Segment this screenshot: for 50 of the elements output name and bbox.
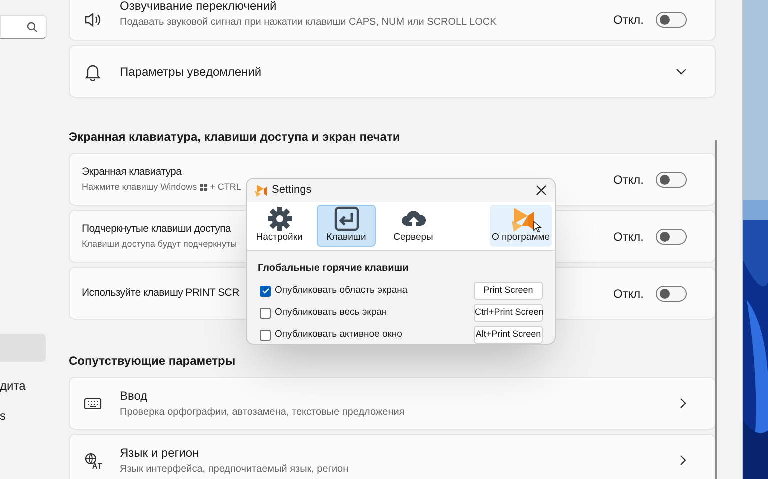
search-field[interactable] (0, 15, 47, 39)
setting-title: Экранная клавиатура (82, 164, 182, 180)
hotkey-button[interactable]: Ctrl+Print Screen (474, 304, 543, 322)
setting-description: Проверка орфографии, автозамена, текстовые предложения (120, 406, 405, 420)
setting-title: Используйте клавишу PRINT SCR (82, 286, 240, 301)
gear-icon (266, 206, 292, 232)
checkbox-label: Опубликовать активное окно (275, 328, 404, 342)
chevron-right-icon (680, 398, 687, 409)
bell-icon (84, 62, 102, 80)
section-heading: Сопутствующие параметры (69, 353, 236, 370)
toggle-switch[interactable] (656, 12, 687, 28)
setting-description: Подавать звуковой сигнал при нажатии клавиши CAPS, NUM или SCROLL LOCK (120, 16, 497, 30)
toolbar-tab[interactable]: Клавиши (317, 205, 376, 247)
setting-title: Параметры уведомлений (120, 64, 262, 80)
app-logo-icon (254, 184, 267, 197)
enter-key-icon (334, 206, 360, 232)
close-icon (536, 185, 546, 196)
toggle-state: Откл. (613, 12, 644, 28)
toolbar-tab[interactable]: О программе (490, 205, 552, 247)
chevron-right-icon (680, 455, 687, 466)
toggle-state: Откл. (613, 172, 644, 188)
setting-title: Озвучивание переключений (120, 0, 277, 15)
group-heading: Глобальные горячие клавиши (258, 262, 409, 276)
toggle-switch[interactable] (656, 286, 687, 302)
search-icon (27, 22, 38, 32)
checkbox[interactable] (260, 330, 271, 340)
checkbox-label: Опубликовать весь экран (275, 306, 388, 320)
speaker-icon (84, 10, 102, 28)
checkbox[interactable] (260, 286, 271, 296)
toggle-state: Откл. (613, 286, 644, 302)
mouse-pointer-icon (533, 221, 542, 233)
language-icon (84, 452, 102, 470)
hotkey-button[interactable]: Alt+Print Screen (474, 326, 543, 344)
setting-title: Ввод (120, 388, 148, 405)
toggle-state: Откл. (613, 228, 644, 246)
dialog-title: Settings (272, 183, 313, 198)
setting-description: Клавиши доступа будут подчеркнуты (82, 238, 238, 251)
setting-description: + CTRL (210, 180, 242, 194)
checkbox[interactable] (260, 308, 271, 318)
toggle-switch[interactable] (656, 172, 687, 188)
hotkey-button[interactable]: Print Screen (474, 282, 543, 300)
setting-title: Подчеркнутые клавиши доступа (82, 222, 232, 237)
section-heading: Экранная клавиатура, клавиши доступа и экран печати (69, 129, 400, 146)
toggle-switch[interactable] (656, 228, 687, 244)
setting-title: Язык и регион (120, 445, 200, 462)
check-icon (262, 287, 270, 295)
setting-description: Язык интерфейса, предпочитаемый язык, регион (120, 463, 349, 477)
windows-key-icon (200, 184, 208, 191)
setting-description: Нажмите клавишу Windows (82, 180, 198, 194)
checkbox-label: Опубликовать область экрана (275, 284, 409, 298)
